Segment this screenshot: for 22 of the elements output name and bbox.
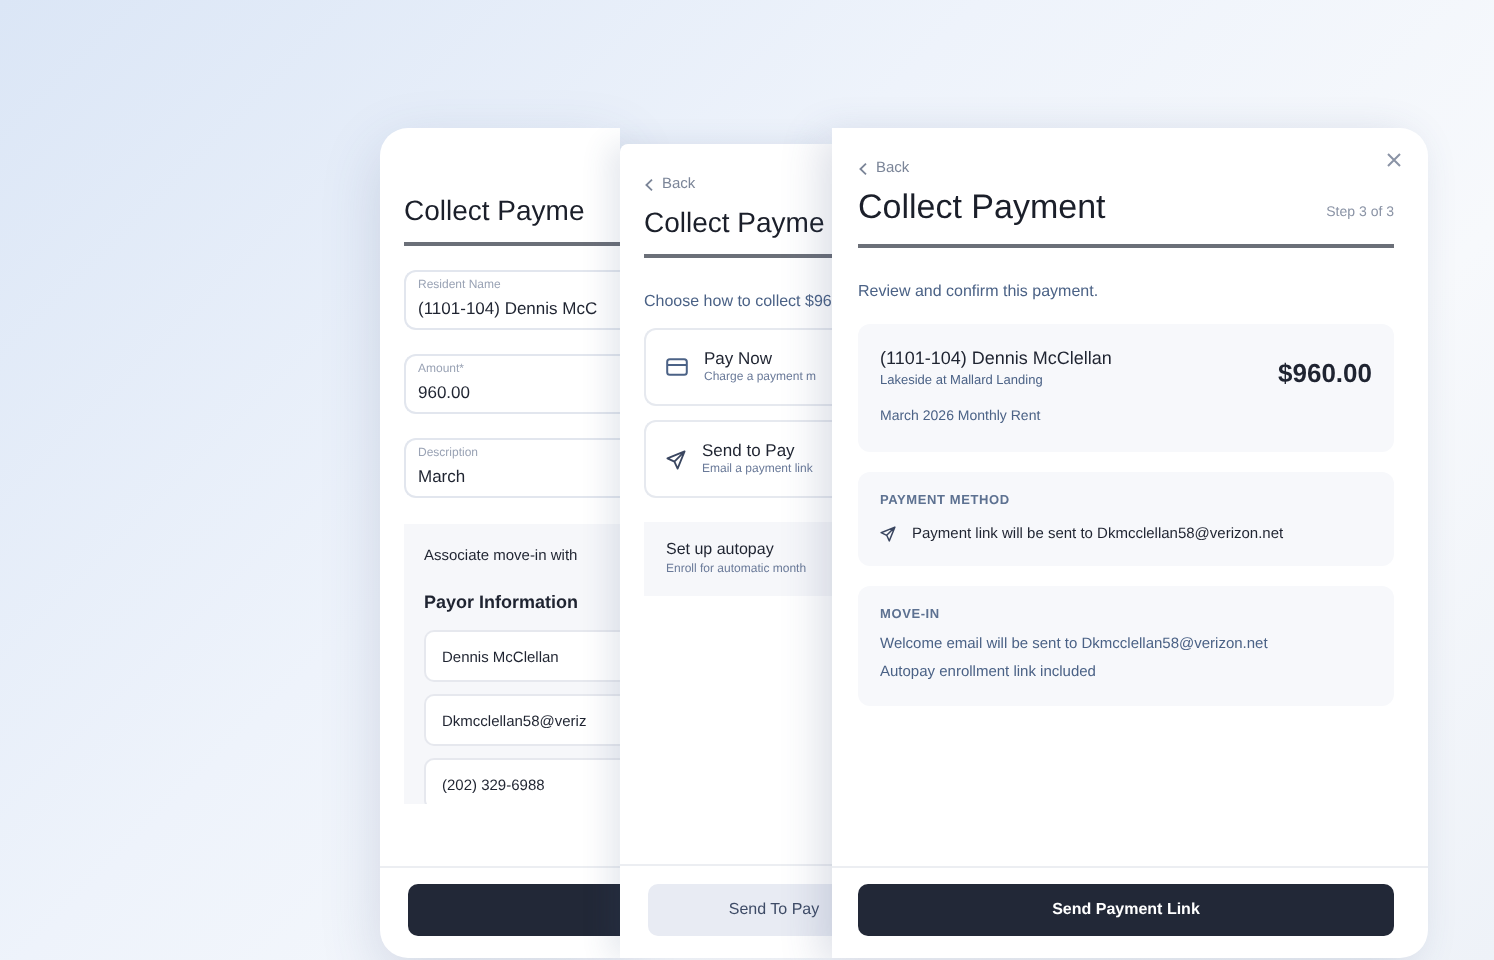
option-title: Set up autopay bbox=[666, 538, 776, 562]
payment-amount: $960.00 bbox=[1278, 355, 1372, 391]
send-icon bbox=[880, 525, 896, 542]
panel-title: Collect Payme bbox=[644, 204, 827, 242]
chevron-left-icon bbox=[858, 161, 868, 175]
field-value: 960.00 bbox=[418, 380, 472, 406]
option-title: Pay Now bbox=[704, 345, 775, 371]
chevron-left-icon bbox=[644, 177, 654, 191]
send-to-pay-button[interactable]: Send To Pay bbox=[648, 884, 832, 936]
prompt-text: Choose how to collect $96 bbox=[644, 290, 832, 314]
prompt-text: Review and confirm this payment. bbox=[858, 279, 1101, 303]
option-title: Send to Pay bbox=[702, 437, 797, 463]
send-payment-link-button[interactable]: Send Payment Link bbox=[858, 884, 1394, 936]
section-heading: Payor Information bbox=[424, 590, 581, 617]
resident-name: (1101-104) Dennis McClellan bbox=[880, 345, 1112, 372]
credit-card-icon bbox=[666, 358, 688, 376]
send-icon bbox=[666, 449, 686, 469]
close-icon[interactable] bbox=[1386, 152, 1402, 168]
panel-title: Collect Payme bbox=[404, 192, 587, 230]
field-value: March bbox=[418, 464, 468, 490]
field-value: (1101-104) Dennis McC bbox=[418, 296, 600, 322]
panel-title: Collect Payment bbox=[858, 186, 1106, 230]
